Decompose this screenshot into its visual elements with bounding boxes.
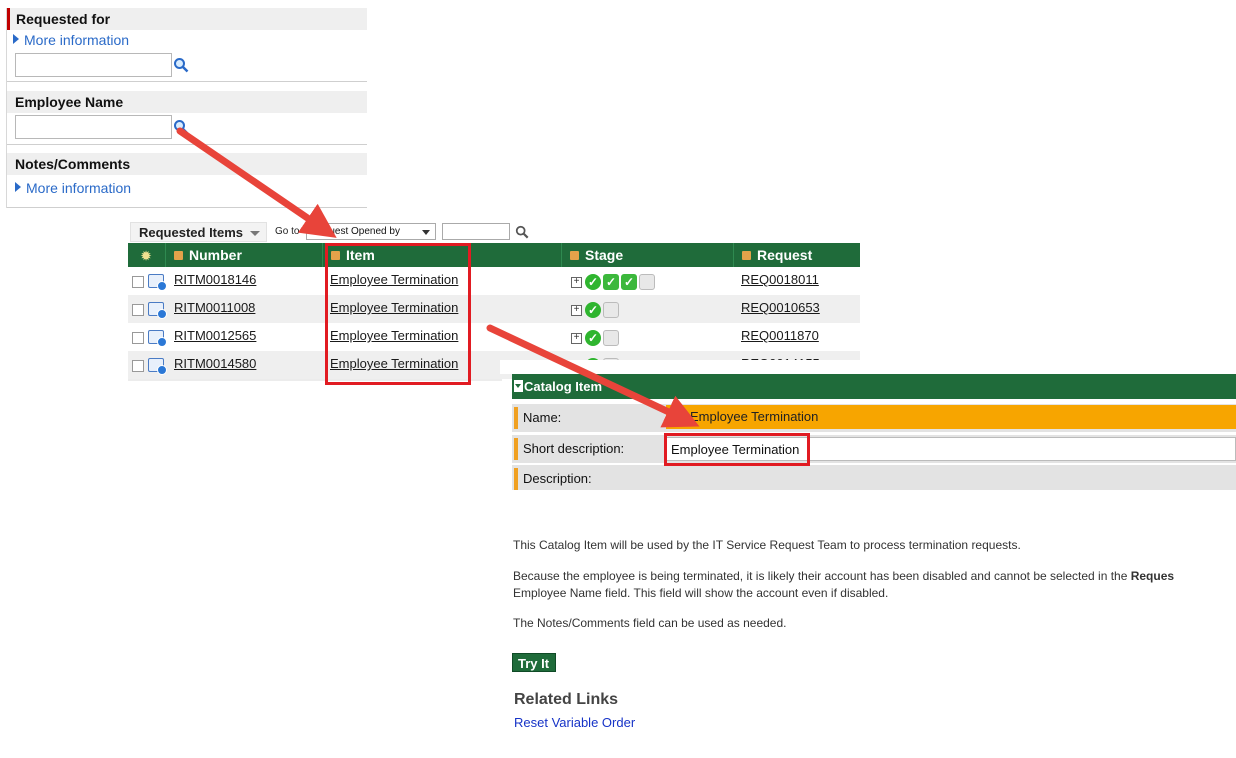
- annotation-arrow: [486, 324, 700, 428]
- annotation-arrows: [176, 127, 700, 428]
- annotation-arrow: [176, 127, 337, 238]
